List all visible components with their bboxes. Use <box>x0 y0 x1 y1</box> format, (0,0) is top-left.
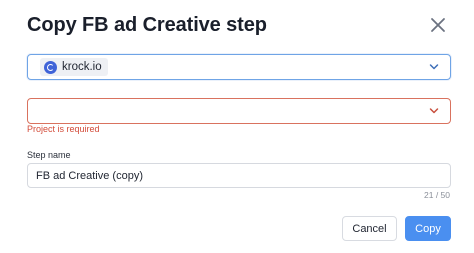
workspace-label: krock.io <box>62 61 102 73</box>
project-select[interactable] <box>27 98 451 124</box>
dialog-title: Copy FB ad Creative step <box>27 14 267 36</box>
cancel-button[interactable]: Cancel <box>342 216 397 241</box>
krock-logo-icon <box>44 60 57 74</box>
step-name-input[interactable] <box>27 163 451 188</box>
project-error-message: Project is required <box>27 124 100 134</box>
copy-step-dialog: Copy FB ad Creative step krock.io Projec… <box>0 0 474 253</box>
chevron-down-icon <box>429 108 439 114</box>
step-name-label: Step name <box>27 150 71 160</box>
close-icon[interactable] <box>427 14 449 36</box>
character-counter: 21 / 50 <box>424 190 450 200</box>
copy-button[interactable]: Copy <box>405 216 451 241</box>
workspace-select[interactable]: krock.io <box>27 54 451 80</box>
chevron-down-icon <box>429 64 439 70</box>
selected-workspace-chip: krock.io <box>40 58 108 76</box>
